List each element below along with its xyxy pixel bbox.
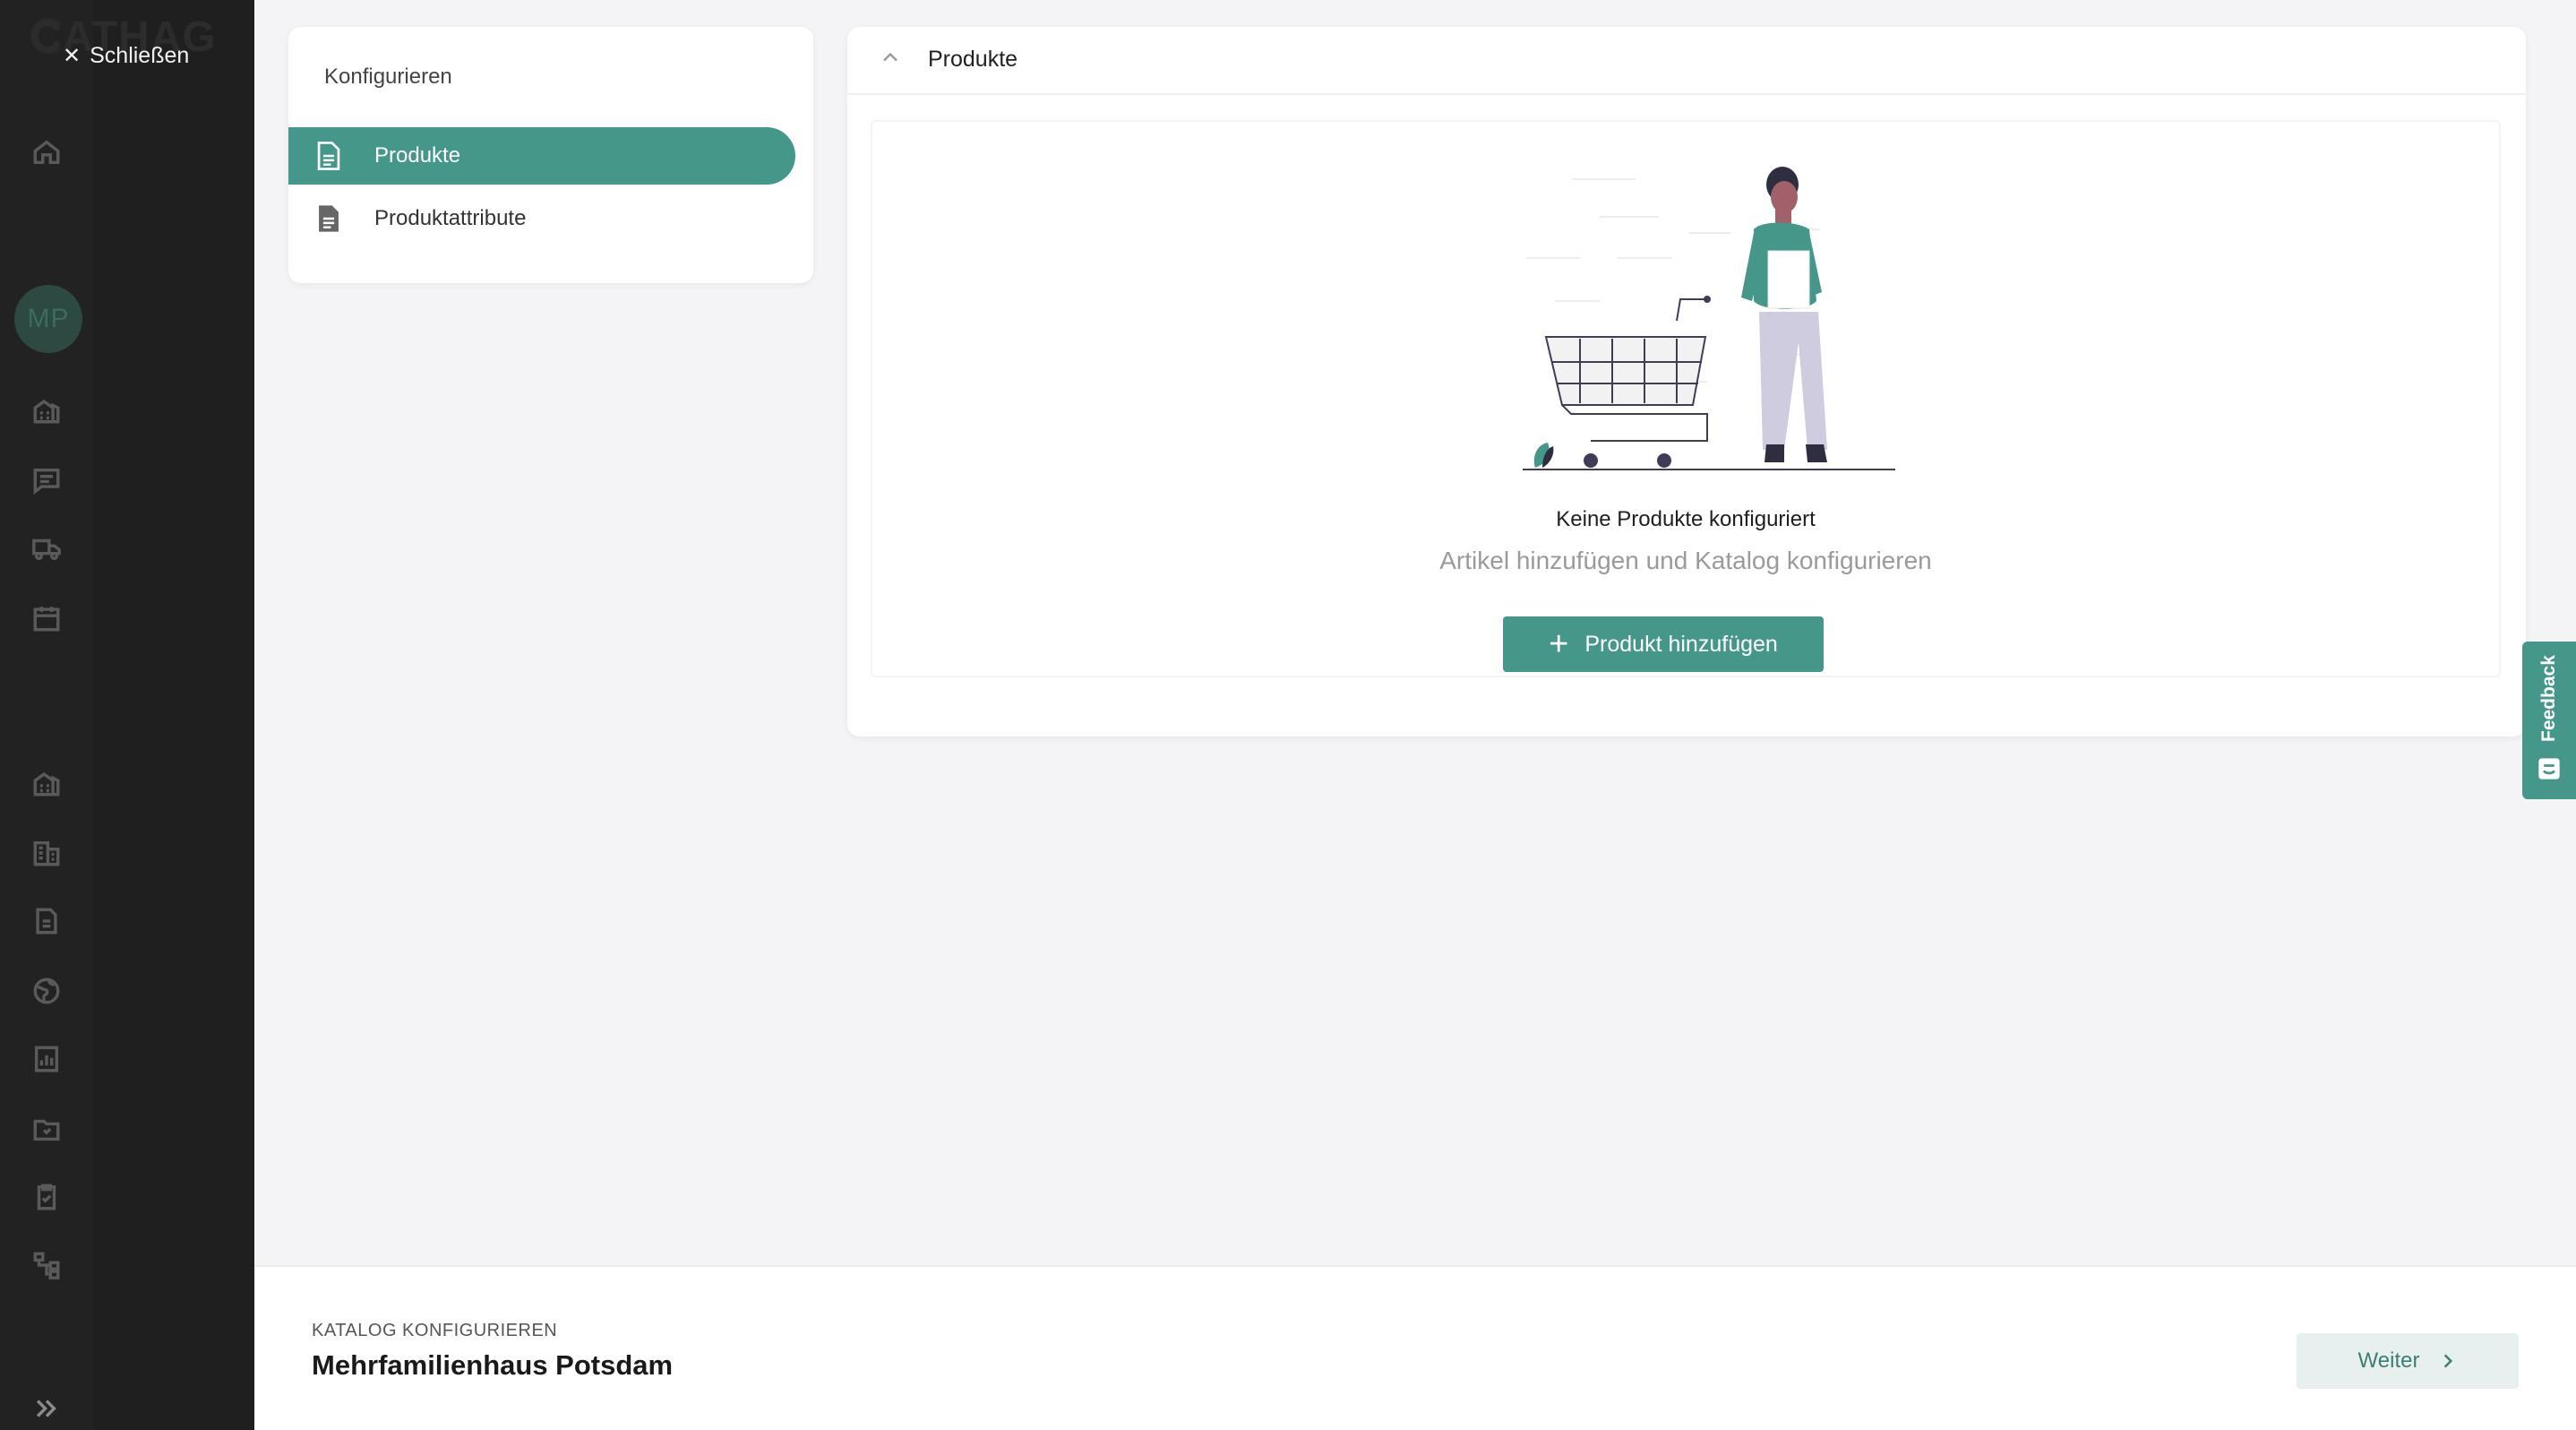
folder-icon[interactable] [30,1113,63,1145]
sidebar: CATHAG ✕ Schließen MP [0,0,254,1430]
calendar-icon[interactable] [30,602,63,634]
config-item-produkte[interactable]: Produkte [288,127,795,185]
home-icon[interactable] [30,136,63,168]
hierarchy-icon[interactable] [30,1249,63,1281]
products-panel: Produkte Keine Produkte konfiguriert Art… [847,27,2526,737]
sidebar-rail [0,0,93,1430]
config-item-label: Produktattribute [374,206,527,230]
feedback-label: Feedback [2538,655,2559,743]
globe-icon[interactable] [30,975,63,1007]
plus-icon: + [1549,625,1569,663]
shopping-cart-illustration [1523,167,1895,470]
add-product-label: Produkt hinzufügen [1584,631,1778,657]
feedback-tab[interactable]: Feedback [2522,642,2576,799]
config-item-produktattribute[interactable]: Produktattribute [288,190,795,247]
expand-icon[interactable] [30,1392,63,1425]
chevron-right-icon [2444,1354,2453,1368]
products-panel-title: Produkte [928,47,1018,72]
close-button[interactable]: ✕ Schließen [63,43,189,69]
company-icon[interactable] [30,837,63,869]
buildings-icon[interactable] [30,767,63,799]
footer: KATALOG KONFIGURIEREN Mehrfamilienhaus P… [254,1265,2576,1430]
project-title: Mehrfamilienhaus Potsdam [312,1349,674,1381]
clipboard-check-icon[interactable] [30,1181,63,1213]
document-icon[interactable] [30,905,63,937]
next-label: Weiter [2357,1348,2420,1373]
document-icon [319,205,339,232]
report-icon[interactable] [30,1043,63,1075]
configure-panel: Konfigurieren Produkte Produktattribute [288,27,813,283]
products-panel-header[interactable]: Produkte [847,27,2526,95]
chevron-up-icon[interactable] [878,45,903,70]
feedback-icon [2538,758,2560,780]
truck-icon[interactable] [30,532,63,564]
close-icon: ✕ [63,43,82,68]
avatar-initials: MP [27,304,70,333]
configure-title: Konfigurieren [324,65,452,89]
config-item-label: Produkte [374,143,461,168]
empty-state: Keine Produkte konfiguriert Artikel hinz… [871,120,2501,677]
add-product-button[interactable]: + Produkt hinzufügen [1503,616,1824,672]
empty-state-title: Keine Produkte konfiguriert [1556,507,1816,531]
document-icon [317,142,340,170]
next-button[interactable]: Weiter [2297,1333,2519,1389]
empty-state-subtitle: Artikel hinzufügen und Katalog konfiguri… [1439,547,1932,574]
avatar[interactable]: MP [14,285,82,353]
chat-icon[interactable] [30,464,63,496]
close-label: Schließen [90,43,190,68]
footer-kicker: KATALOG KONFIGURIEREN [312,1321,558,1340]
building-icon[interactable] [30,394,63,426]
